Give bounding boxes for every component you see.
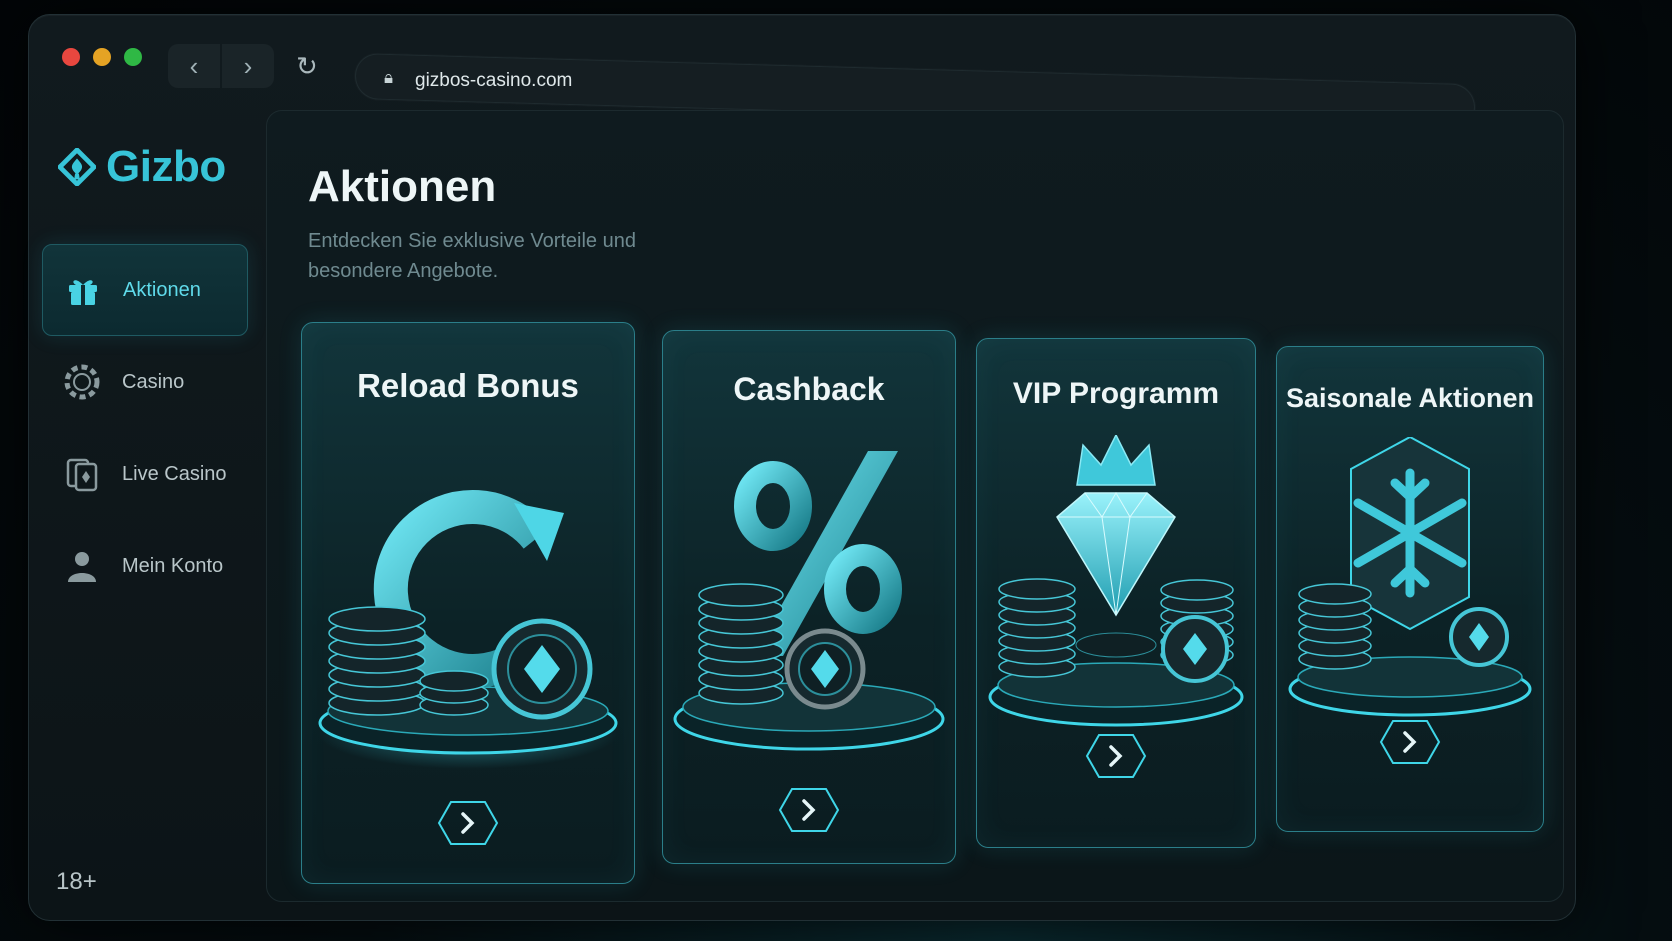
sidebar-item-label: Casino — [122, 370, 185, 393]
snowflake-icon — [1288, 437, 1532, 717]
chevron-right-icon — [778, 788, 840, 832]
promo-card-reload-bonus[interactable]: Reload Bonus — [301, 322, 635, 884]
sidebar-item-casino[interactable]: Casino — [42, 336, 248, 428]
card-title: VIP Programm — [1012, 377, 1220, 410]
chip-icon — [64, 364, 100, 400]
chevron-right-icon: › — [243, 51, 253, 81]
card-title: Cashback — [733, 371, 885, 407]
chevron-right-icon — [1085, 734, 1147, 778]
sidebar-item-label: Mein Konto — [122, 554, 224, 577]
chevron-left-icon: ‹ — [189, 51, 199, 81]
sidebar-item-aktionen[interactable]: Aktionen — [42, 244, 248, 336]
card-arrow-button[interactable] — [1379, 719, 1441, 765]
reload-icon — [318, 490, 618, 769]
page-subtitle: Entdecken Sie exklusive Vorteile und bes… — [308, 230, 636, 282]
chevron-right-icon — [1379, 720, 1441, 764]
forward-button[interactable]: › — [222, 44, 274, 88]
chevron-right-icon — [437, 801, 499, 845]
card-title: Reload Bonus — [357, 367, 579, 404]
sidebar-item-label: Aktionen — [123, 278, 201, 301]
cards-icon — [66, 458, 98, 492]
address-text[interactable]: gizbos-casino.com — [415, 70, 572, 92]
brand-name: Gizbo — [106, 142, 226, 191]
sidebar-item-mein-konto[interactable]: Mein Konto — [42, 520, 248, 612]
maximize-window-button[interactable] — [124, 48, 142, 66]
percent-icon — [673, 451, 945, 751]
card-arrow-button[interactable] — [778, 787, 840, 833]
lock-icon: 🔒︎ — [384, 68, 394, 87]
gift-icon — [69, 280, 97, 305]
logo-icon — [58, 148, 96, 186]
sidebar-item-label: Live Casino — [122, 462, 227, 485]
promo-card-cashback[interactable]: Cashback — [662, 330, 956, 864]
age-restriction-badge: 18+ — [56, 868, 97, 895]
promo-card-saisonale-aktionen[interactable]: Saisonale Aktionen — [1276, 346, 1544, 832]
diamond-crown-icon — [988, 435, 1244, 727]
back-button[interactable]: ‹ — [168, 44, 220, 88]
card-title: Saisonale Aktionen — [1285, 383, 1535, 413]
user-icon — [68, 552, 96, 582]
card-arrow-button[interactable] — [437, 800, 499, 846]
page-title: Aktionen — [308, 162, 497, 211]
card-arrow-button[interactable] — [1085, 733, 1147, 779]
reload-button[interactable]: ↻ — [296, 52, 318, 80]
minimize-window-button[interactable] — [93, 48, 111, 66]
sidebar-nav: Aktionen Casino Live Casino Mein Konto — [42, 244, 248, 612]
brand-logo[interactable]: Gizbo — [58, 142, 226, 192]
reload-icon: ↻ — [296, 51, 318, 81]
promo-card-vip-programm[interactable]: VIP Programm — [976, 338, 1256, 848]
close-window-button[interactable] — [62, 48, 80, 66]
sidebar-item-live-casino[interactable]: Live Casino — [42, 428, 248, 520]
